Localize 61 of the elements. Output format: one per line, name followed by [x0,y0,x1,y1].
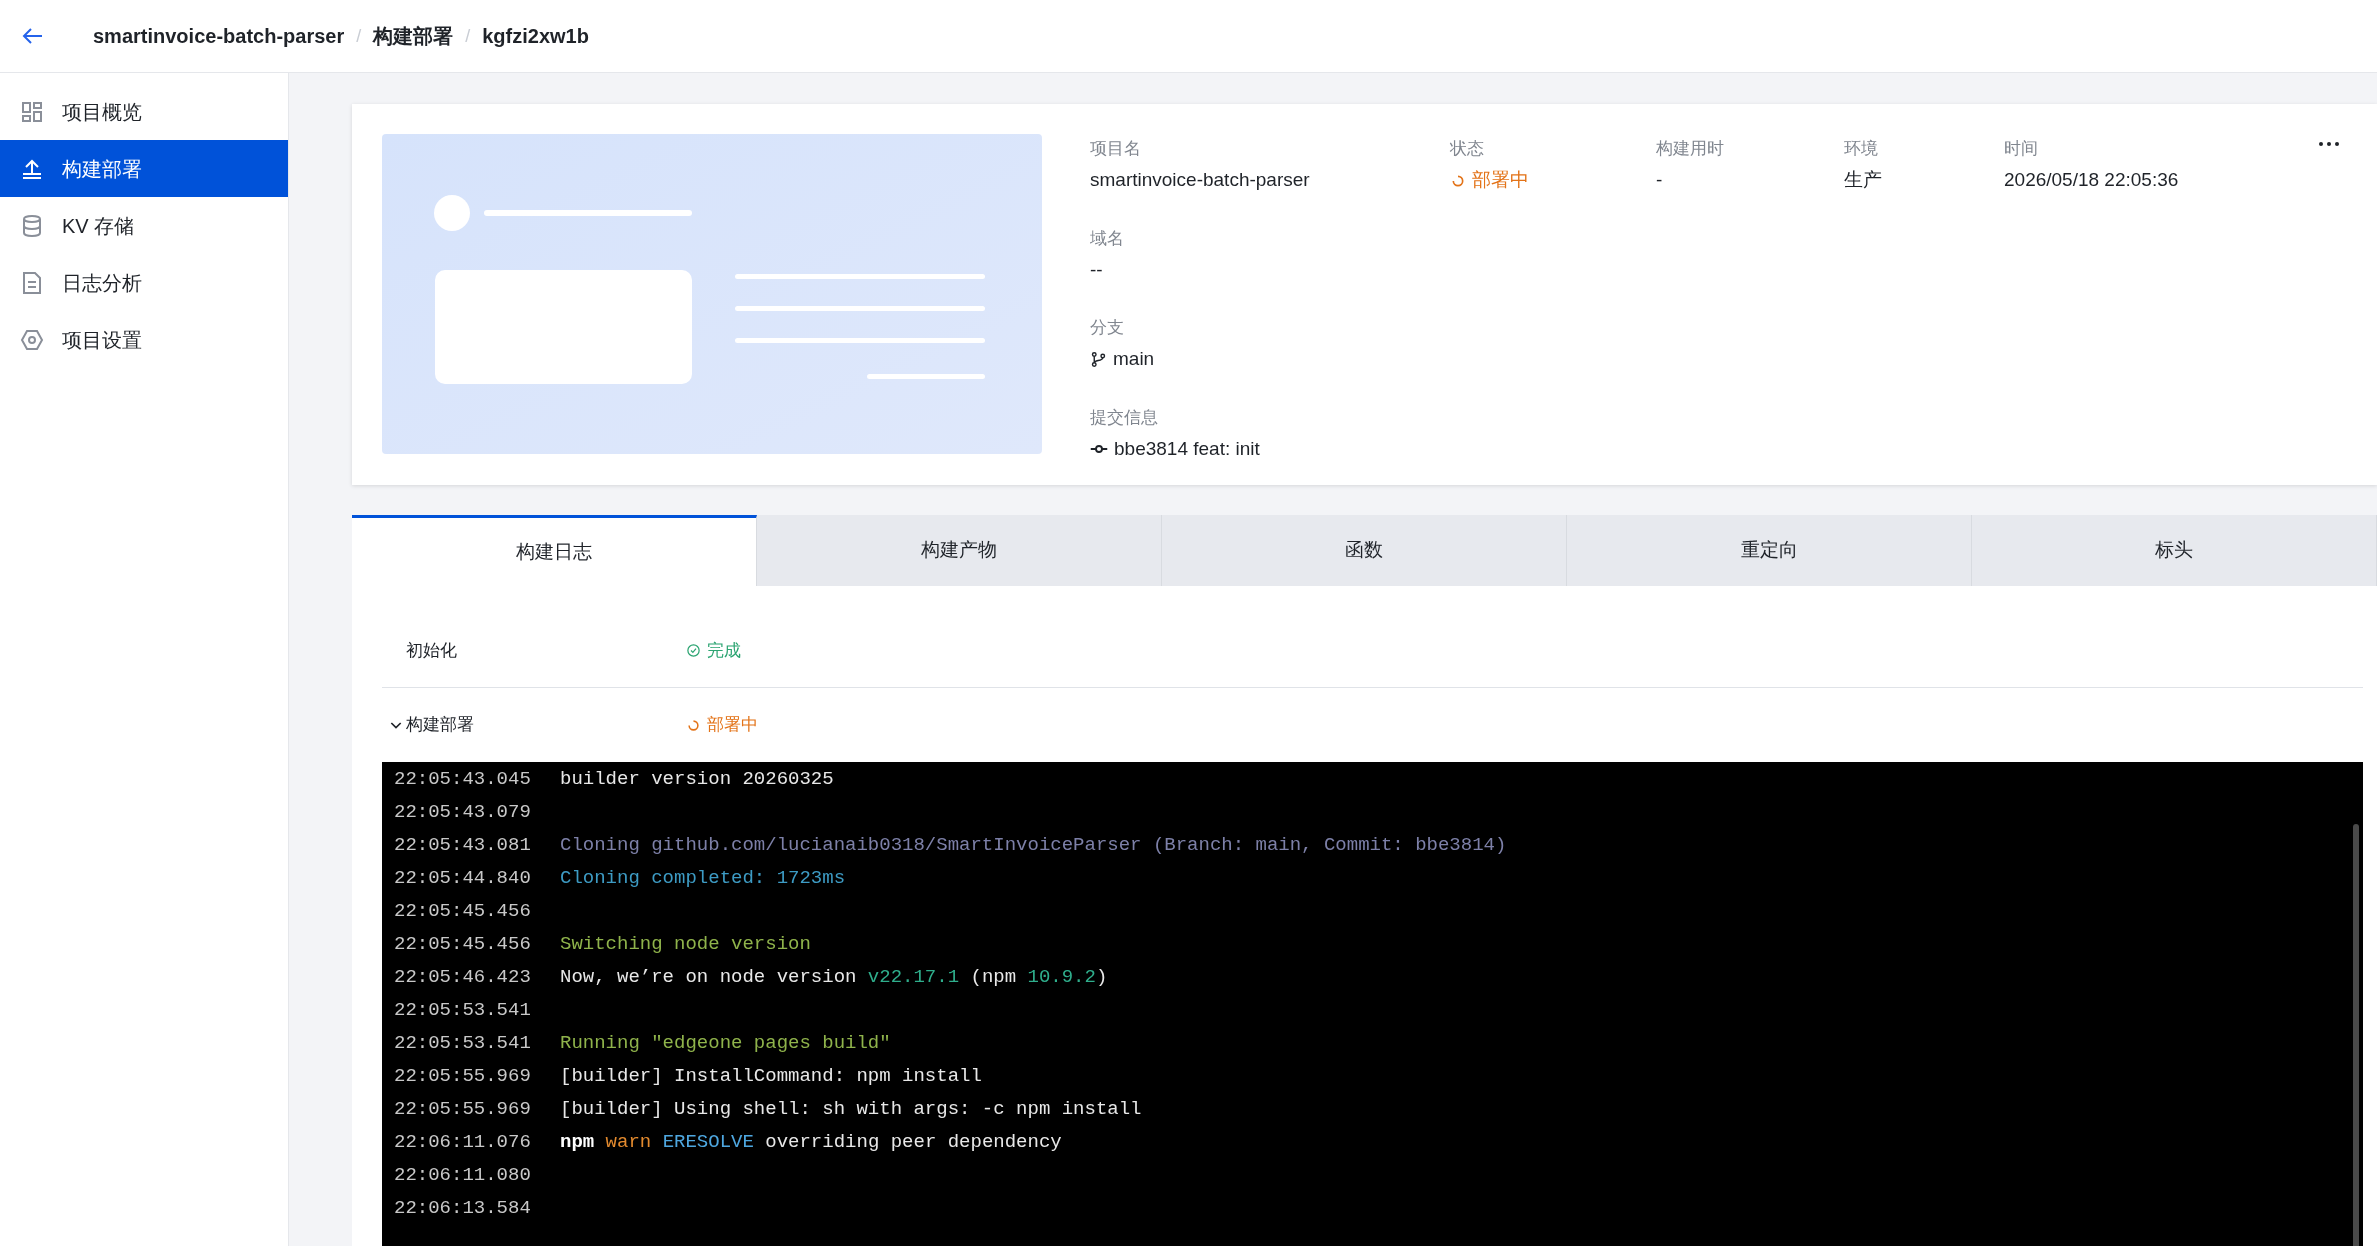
document-icon [20,270,44,295]
field-value: 2026/05/18 22:05:36 [2004,168,2179,193]
log-timestamp: 22:05:55.969 [393,1097,532,1123]
branch-icon [1090,351,1107,368]
log-message: [builder] Using shell: sh with args: -c npm install [560,1097,1142,1123]
log-message: Cloning github.com/lucianaib0318/SmartInvoiceParser (Branch: main, Commit: bbe3814) [560,833,1507,859]
field-label: 域名 [1090,227,1125,250]
breadcrumb-separator: / [356,24,362,48]
log-message: builder version 20260325 [560,767,834,793]
breadcrumb-item[interactable]: smartinvoice-batch-parser [93,21,345,51]
status-text: 部署中 [1472,168,1529,193]
log-message: Running ″edgeone pages build″ [560,1031,891,1057]
field-value: 生产 [1844,168,1882,193]
breadcrumb-item: kgfzi2xw1b [482,24,589,49]
log-message: [builder] InstallCommand: npm install [560,1064,982,1090]
step-status: 完成 [707,639,741,662]
scrollbar[interactable] [2353,824,2359,1246]
database-icon [20,213,44,238]
log-timestamp: 22:05:45.456 [393,932,532,958]
field-label: 构建用时 [1656,138,1725,160]
log-timestamp: 22:05:53.541 [393,1031,532,1057]
log-timestamp: 22:05:45.456 [393,899,532,925]
field-label: 项目名 [1090,138,1142,160]
step-status: 部署中 [707,714,758,737]
log-message: Now, we’re on node version v22.17.1 (npm 10.9.2) [560,965,1108,991]
sidebar-item[interactable]: 项目概览 [0,83,288,140]
check-circle-icon [686,643,701,658]
field-label: 提交信息 [1090,406,1159,429]
grid-icon [20,99,44,124]
sidebar-item[interactable]: 项目设置 [0,311,288,368]
log-timestamp: 22:06:11.076 [393,1130,532,1156]
field-value: smartinvoice-batch-parser [1090,168,1310,193]
breadcrumb-item[interactable]: 构建部署 [373,21,454,51]
field-value: bbe3814 feat: init [1114,436,1260,461]
step-name: 初始化 [406,639,457,662]
log-timestamp: 22:05:43.079 [393,800,532,826]
log-timestamp: 22:06:13.584 [393,1196,532,1222]
tab[interactable]: 构建日志 [352,515,757,586]
sidebar-item[interactable]: 日志分析 [0,254,288,311]
sidebar-item[interactable]: KV 存储 [0,197,288,254]
breadcrumb-separator: / [465,24,471,48]
settings-icon [20,327,44,352]
log-message: npm warn ERESOLVE overriding peer dependency [560,1130,1062,1156]
log-timestamp: 22:05:46.423 [393,965,532,991]
field-label: 状态 [1450,138,1485,160]
field-label: 时间 [2004,138,2039,160]
field-value: main [1113,347,1155,372]
field-value: -- [1090,257,1103,282]
sidebar-item[interactable]: 构建部署 [0,140,288,197]
log-timestamp: 22:05:44.840 [393,866,532,892]
field-label: 环境 [1844,138,1879,160]
field-value: - [1656,168,1663,193]
field-label: 分支 [1090,317,1125,339]
log-timestamp: 22:05:43.081 [393,833,532,859]
log-message: Switching node version [560,932,811,958]
log-timestamp: 22:05:55.969 [393,1064,532,1090]
step-name: 构建部署 [406,714,474,737]
log-timestamp: 22:05:53.541 [393,998,532,1024]
log-timestamp: 22:05:43.045 [393,767,532,793]
log-message: Cloning completed: 1723ms [560,866,846,892]
log-timestamp: 22:06:11.080 [393,1163,532,1189]
